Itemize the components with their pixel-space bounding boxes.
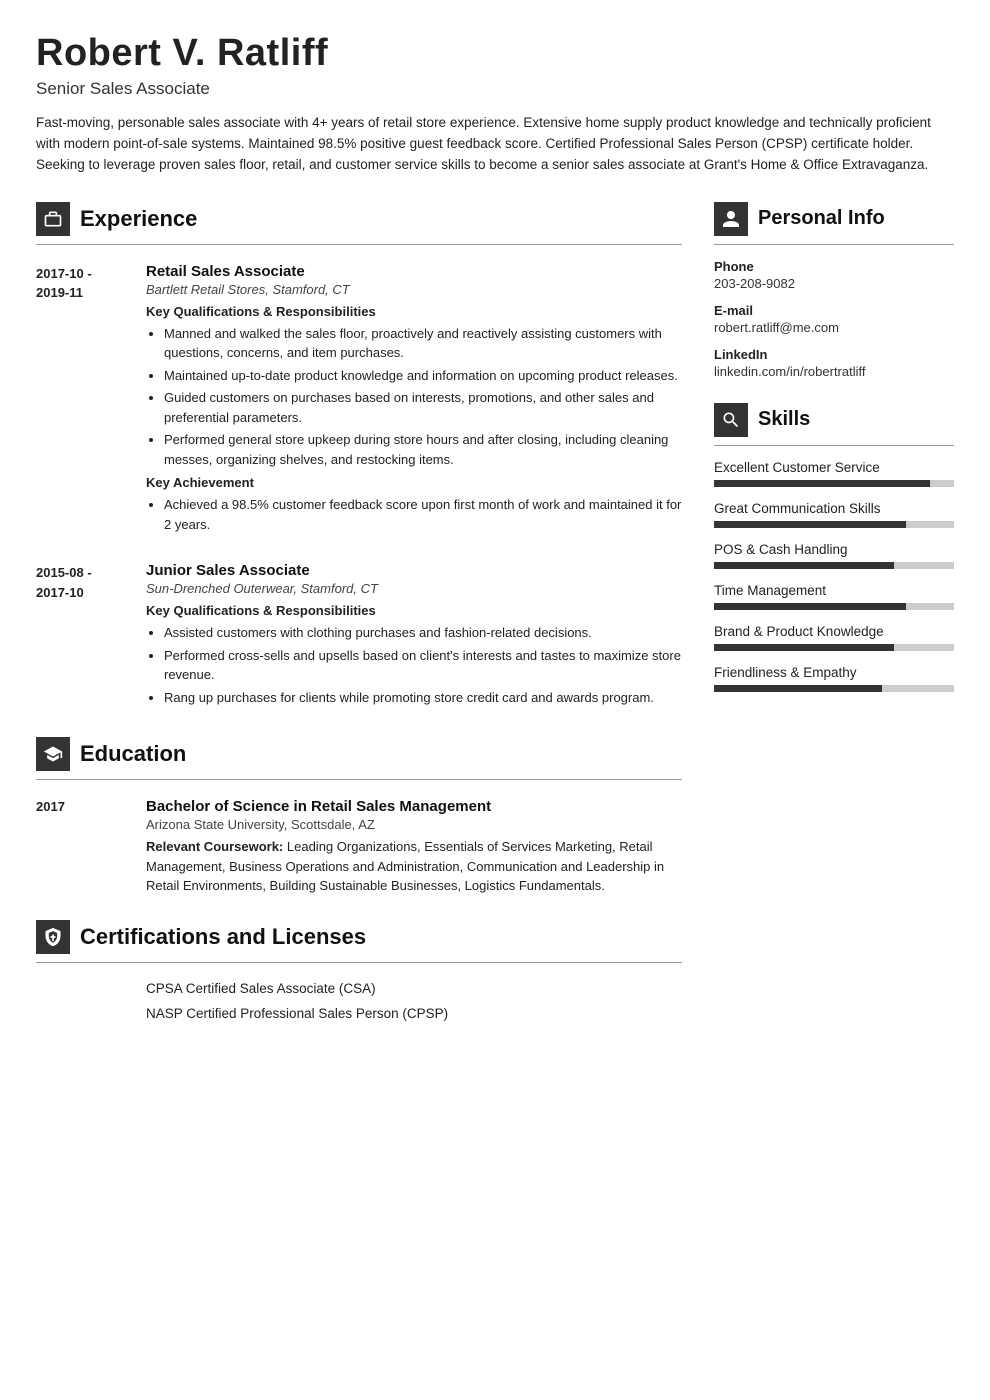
linkedin-value: linkedin.com/in/robertratliff [714,364,954,379]
exp-company-1: Bartlett Retail Stores, Stamford, CT [146,282,682,297]
skill-item-5: Friendliness & Empathy [714,665,954,692]
skill-bar-fill-3 [714,603,906,610]
exp-jobtitle-1: Retail Sales Associate [146,263,682,280]
edu-coursework-label-1: Relevant Coursework: [146,839,283,854]
certifications-icon [36,920,70,954]
education-icon [36,737,70,771]
personal-info-section: Personal Info Phone 203-208-9082 E-mail … [714,202,954,379]
certifications-header: Certifications and Licenses [36,920,682,954]
experience-divider [36,244,682,245]
main-layout: Experience 2017-10 - 2019-11 Retail Sale… [36,202,954,1045]
candidate-summary: Fast-moving, personable sales associate … [36,113,954,176]
exp-bullets-1: Manned and walked the sales floor, proac… [146,324,682,470]
skill-bar-fill-4 [714,644,894,651]
exp-achievement-label-1: Key Achievement [146,475,682,490]
skill-name-4: Brand & Product Knowledge [714,624,954,639]
exp-bullets-2: Assisted customers with clothing purchas… [146,623,682,707]
skills-divider [714,445,954,446]
exp-bullet-1-3: Guided customers on purchases based on i… [164,388,682,427]
exp-bullet-2-1: Assisted customers with clothing purchas… [164,623,682,643]
personal-info-header: Personal Info [714,202,954,236]
skill-bar-bg-3 [714,603,954,610]
exp-company-2: Sun-Drenched Outerwear, Stamford, CT [146,581,682,596]
education-title: Education [80,741,186,767]
phone-item: Phone 203-208-9082 [714,259,954,291]
skills-section: Skills Excellent Customer Service Great … [714,403,954,692]
certifications-title: Certifications and Licenses [80,924,366,950]
skill-name-5: Friendliness & Empathy [714,665,954,680]
exp-bullet-2-3: Rang up purchases for clients while prom… [164,688,682,708]
certifications-section: Certifications and Licenses CPSA Certifi… [36,920,682,1021]
skill-bar-fill-0 [714,480,930,487]
skill-name-3: Time Management [714,583,954,598]
exp-entry-2: 2015-08 - 2017-10 Junior Sales Associate… [36,562,682,713]
skill-item-2: POS & Cash Handling [714,542,954,569]
experience-header: Experience [36,202,682,236]
skill-bar-fill-5 [714,685,882,692]
skill-item-1: Great Communication Skills [714,501,954,528]
resume-header: Robert V. Ratliff Senior Sales Associate… [36,32,954,176]
personal-info-icon [714,202,748,236]
skill-bar-bg-0 [714,480,954,487]
skill-bar-fill-2 [714,562,894,569]
exp-content-1: Retail Sales Associate Bartlett Retail S… [146,263,682,541]
skill-bar-bg-5 [714,685,954,692]
skill-bar-bg-2 [714,562,954,569]
exp-content-2: Junior Sales Associate Sun-Drenched Oute… [146,562,682,713]
certifications-divider [36,962,682,963]
right-column: Personal Info Phone 203-208-9082 E-mail … [714,202,954,716]
skills-header: Skills [714,403,954,437]
education-section: Education 2017 Bachelor of Science in Re… [36,737,682,896]
exp-dates-2: 2015-08 - 2017-10 [36,562,146,713]
edu-coursework-1: Relevant Coursework: Leading Organizatio… [146,837,682,896]
exp-keyqual-label-2: Key Qualifications & Responsibilities [146,603,682,618]
linkedin-label: LinkedIn [714,347,954,362]
edu-entry-1: 2017 Bachelor of Science in Retail Sales… [36,798,682,896]
edu-content-1: Bachelor of Science in Retail Sales Mana… [146,798,682,896]
experience-icon [36,202,70,236]
left-column: Experience 2017-10 - 2019-11 Retail Sale… [36,202,682,1045]
personal-info-divider [714,244,954,245]
cert-item-1: CPSA Certified Sales Associate (CSA) [146,981,682,996]
email-label: E-mail [714,303,954,318]
exp-achievement-1: Achieved a 98.5% customer feedback score… [146,495,682,534]
skills-title: Skills [758,408,810,431]
phone-value: 203-208-9082 [714,276,954,291]
edu-degree-1: Bachelor of Science in Retail Sales Mana… [146,798,682,815]
email-item: E-mail robert.ratliff@me.com [714,303,954,335]
skill-bar-bg-4 [714,644,954,651]
cert-item-2: NASP Certified Professional Sales Person… [146,1006,682,1021]
exp-achievement-item-1: Achieved a 98.5% customer feedback score… [164,495,682,534]
education-divider [36,779,682,780]
edu-year-1: 2017 [36,798,146,896]
candidate-title: Senior Sales Associate [36,79,954,99]
exp-dates-1: 2017-10 - 2019-11 [36,263,146,541]
skill-bar-fill-1 [714,521,906,528]
skill-name-0: Excellent Customer Service [714,460,954,475]
exp-entry-1: 2017-10 - 2019-11 Retail Sales Associate… [36,263,682,541]
skill-bar-bg-1 [714,521,954,528]
exp-keyqual-label-1: Key Qualifications & Responsibilities [146,304,682,319]
experience-section: Experience 2017-10 - 2019-11 Retail Sale… [36,202,682,714]
candidate-name: Robert V. Ratliff [36,32,954,75]
skills-icon [714,403,748,437]
certifications-list: CPSA Certified Sales Associate (CSA) NAS… [36,981,682,1021]
exp-jobtitle-2: Junior Sales Associate [146,562,682,579]
skill-name-2: POS & Cash Handling [714,542,954,557]
experience-title: Experience [80,206,197,232]
skill-name-1: Great Communication Skills [714,501,954,516]
education-header: Education [36,737,682,771]
skill-item-3: Time Management [714,583,954,610]
linkedin-item: LinkedIn linkedin.com/in/robertratliff [714,347,954,379]
email-value: robert.ratliff@me.com [714,320,954,335]
exp-bullet-1-4: Performed general store upkeep during st… [164,430,682,469]
skill-item-0: Excellent Customer Service [714,460,954,487]
exp-bullet-2-2: Performed cross-sells and upsells based … [164,646,682,685]
exp-bullet-1-1: Manned and walked the sales floor, proac… [164,324,682,363]
skill-item-4: Brand & Product Knowledge [714,624,954,651]
edu-school-1: Arizona State University, Scottsdale, AZ [146,817,682,832]
phone-label: Phone [714,259,954,274]
exp-bullet-1-2: Maintained up-to-date product knowledge … [164,366,682,386]
personal-info-title: Personal Info [758,207,885,230]
